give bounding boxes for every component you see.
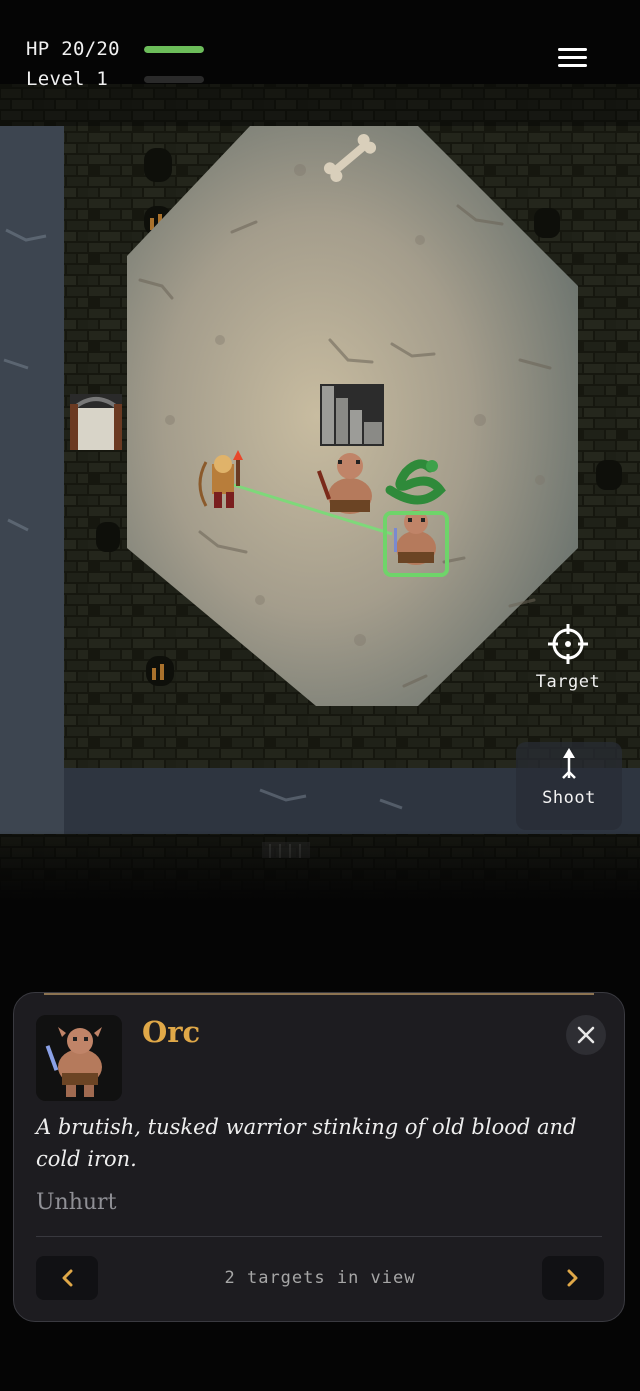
stairs-down xyxy=(320,384,384,446)
prev-target-button[interactable] xyxy=(36,1256,98,1300)
target-description: A brutish, tusked warrior stinking of ol… xyxy=(36,1115,577,1171)
target-button[interactable]: Target xyxy=(516,622,620,692)
close-icon xyxy=(577,1026,595,1044)
arrow-up-icon xyxy=(562,748,576,779)
portcullis-door xyxy=(70,394,122,450)
close-button[interactable] xyxy=(566,1015,606,1055)
panel-divider xyxy=(36,1236,602,1237)
target-name: Orc xyxy=(142,1015,201,1049)
menu-button[interactable] xyxy=(552,44,594,72)
hp-text: HP 20/20 xyxy=(26,38,120,60)
level-text: Level 1 xyxy=(26,68,109,90)
hp-bar xyxy=(144,45,204,53)
shoot-button-content[interactable]: Shoot xyxy=(517,746,621,808)
xp-bar xyxy=(144,75,204,83)
panel-accent xyxy=(44,993,594,995)
target-status: Unhurt xyxy=(36,1190,117,1215)
target-label: Target xyxy=(535,672,601,692)
next-target-button[interactable] xyxy=(542,1256,604,1300)
target-count: 2 targets in view xyxy=(224,1268,416,1288)
player-stats: HP 20/20 Level 1 xyxy=(26,34,204,94)
crosshair-icon xyxy=(548,624,588,664)
hp-bar-fill xyxy=(144,45,204,53)
chevron-left-icon xyxy=(62,1269,73,1287)
chevron-right-icon xyxy=(567,1269,578,1287)
shoot-label: Shoot xyxy=(542,788,596,808)
orc-portrait xyxy=(36,1015,122,1101)
target-info-panel: Orc A brutish, tusked warrior stinking o… xyxy=(13,992,625,1322)
